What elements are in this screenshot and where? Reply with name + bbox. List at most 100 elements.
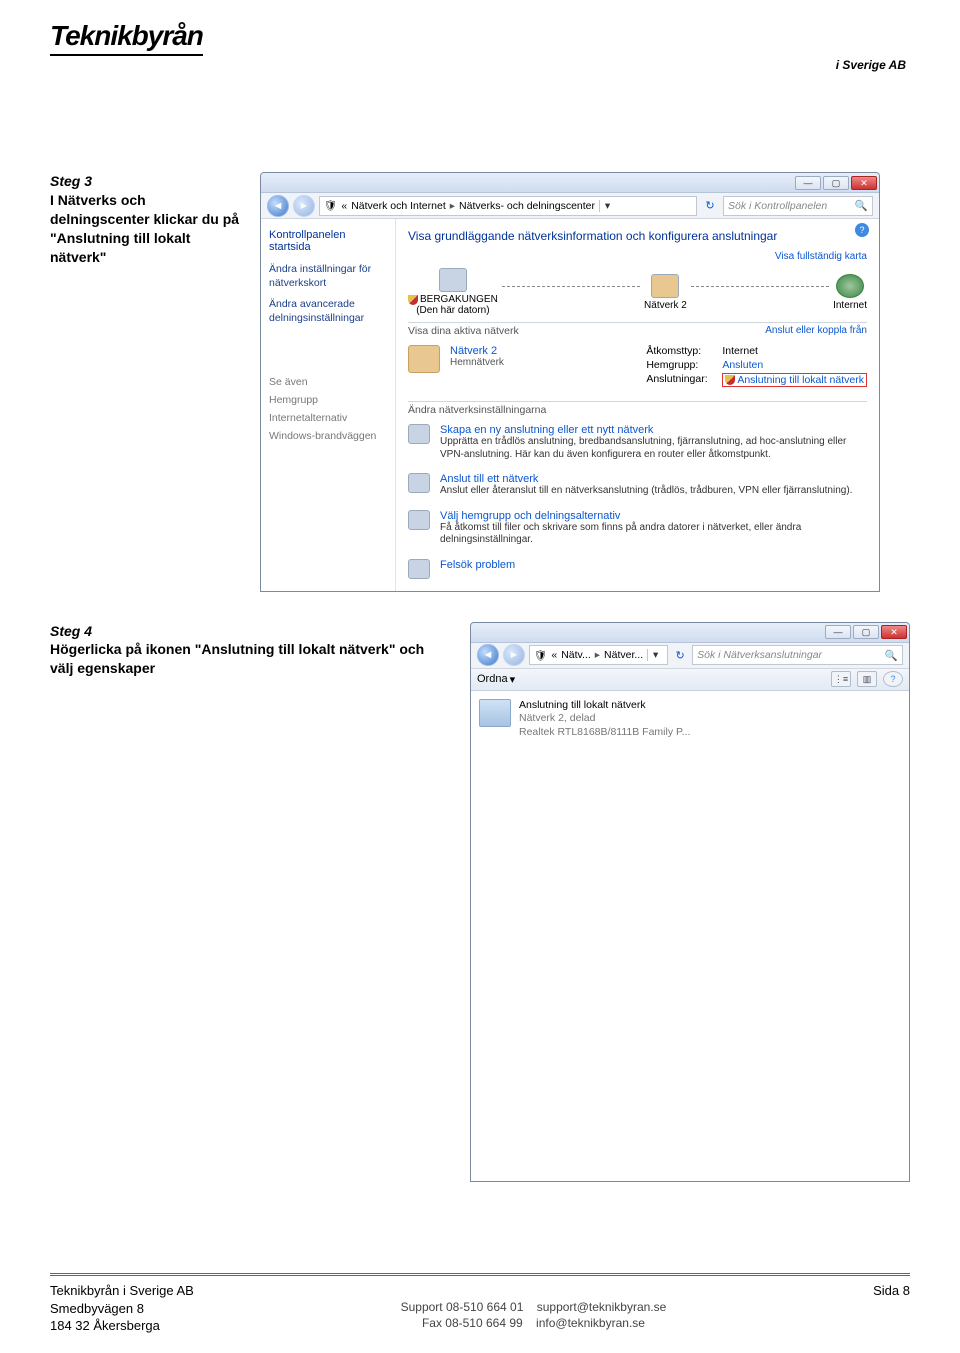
back-button[interactable]: ◄	[477, 644, 499, 666]
detail-key-connections: Anslutningar:	[646, 373, 716, 387]
connections-list: Anslutning till lokalt nätverk Nätverk 2…	[471, 691, 909, 748]
breadcrumb-item[interactable]: Nätverks- och delningscenter	[459, 200, 595, 212]
breadcrumb[interactable]: 🛡 « Nätverk och Internet ▸ Nätverks- och…	[319, 196, 697, 216]
network-adapter-icon	[479, 699, 511, 727]
search-placeholder: Sök i Kontrollpanelen	[728, 200, 827, 212]
troubleshoot-icon	[408, 559, 430, 579]
breadcrumb-dropdown[interactable]: ▾	[647, 649, 663, 661]
action-new-connection[interactable]: Skapa en ny anslutning eller ett nytt nä…	[440, 424, 867, 436]
internet-icon	[836, 274, 864, 298]
footer-address1: Smedbyvägen 8	[50, 1300, 194, 1318]
screenshot-network-connections-window: — ▢ ✕ ◄ ► 🛡 « Nätv... ▸ Nätver... ▾ ↻ Sö…	[470, 622, 910, 1182]
action-troubleshoot[interactable]: Felsök problem	[440, 559, 515, 571]
step3-title: Steg 3	[50, 172, 240, 191]
sidebar-link-sharing-settings[interactable]: Ändra avancerade delningsinställningar	[269, 298, 387, 325]
node-internet: Internet	[833, 300, 867, 311]
action-new-connection-desc: Upprätta en trådlös anslutning, bredband…	[440, 436, 867, 461]
forward-button[interactable]: ►	[293, 195, 315, 217]
minimize-button[interactable]: —	[795, 176, 821, 190]
breadcrumb-item[interactable]: Nätver...	[604, 649, 643, 661]
action-connect-network[interactable]: Anslut till ett nätverk	[440, 473, 852, 485]
logo-main: Teknikbyrån	[50, 20, 203, 56]
company-logo: Teknikbyrån i Sverige AB	[50, 20, 910, 72]
step4-body: Högerlicka på ikonen "Anslutning till lo…	[50, 640, 450, 659]
main-content: ? Visa grundläggande nätverksinformation…	[396, 219, 879, 591]
titlebar: — ▢ ✕	[261, 173, 879, 193]
breadcrumb-item[interactable]: Nätverk och Internet	[351, 200, 446, 212]
footer-info-email: info@teknikbyran.se	[536, 1316, 645, 1330]
step4-text: Steg 4 Högerlicka på ikonen "Anslutning …	[50, 622, 450, 679]
breadcrumb-item[interactable]: Nätv...	[561, 649, 591, 661]
search-input[interactable]: Sök i Nätverksanslutningar 🔍	[692, 645, 903, 665]
see-also-label: Se även	[269, 376, 387, 388]
local-connection-link-highlighted[interactable]: Anslutning till lokalt nätverk	[722, 373, 867, 387]
close-button[interactable]: ✕	[851, 176, 877, 190]
maximize-button[interactable]: ▢	[823, 176, 849, 190]
network-details: Åtkomsttyp:Internet Hemgrupp:Ansluten An…	[646, 345, 867, 389]
help-button[interactable]: ?	[883, 671, 903, 687]
search-input[interactable]: Sök i Kontrollpanelen 🔍	[723, 196, 873, 216]
sidebar-link-internet-options[interactable]: Internetalternativ	[269, 412, 387, 424]
screenshot-network-center-window: — ▢ ✕ ◄ ► 🛡 « Nätverk och Internet ▸ Nät…	[260, 172, 880, 592]
page-footer: Teknikbyrån i Sverige AB Smedbyvägen 8 1…	[50, 1273, 910, 1335]
computer-icon	[439, 268, 467, 292]
close-button[interactable]: ✕	[881, 625, 907, 639]
sidebar-link-adapter-settings[interactable]: Ändra inställningar för nätverkskort	[269, 263, 387, 290]
breadcrumb[interactable]: 🛡 « Nätv... ▸ Nätver... ▾	[529, 645, 668, 665]
homegroup-icon	[408, 510, 430, 530]
forward-button[interactable]: ►	[503, 644, 525, 666]
explorer-toolbar: Ordna▾ ⋮≡ ▥ ?	[471, 669, 909, 691]
step3-text: Steg 3 I Nätverks och delningscenter kli…	[50, 172, 240, 266]
cp-icon: 🛡	[534, 649, 547, 662]
page-number: Sida 8	[873, 1282, 910, 1300]
footer-fax: Fax 08-510 664 99	[422, 1316, 523, 1330]
action-homegroup-desc: Få åtkomst till filer och skrivare som f…	[440, 522, 867, 547]
search-icon: 🔍	[855, 199, 868, 212]
network-name[interactable]: Nätverk 2	[450, 345, 504, 357]
preview-pane-button[interactable]: ▥	[857, 671, 877, 687]
nav-toolbar: ◄ ► 🛡 « Nätv... ▸ Nätver... ▾ ↻ Sök i Nä…	[471, 643, 909, 669]
sidebar-link-homegroup[interactable]: Hemgrupp	[269, 394, 387, 406]
step4-body2: välj egenskaper	[50, 659, 450, 678]
main-headline: Visa grundläggande nätverksinformation o…	[408, 229, 777, 243]
cp-icon: 🛡	[324, 199, 337, 212]
shield-icon	[408, 295, 418, 305]
network-icon	[651, 274, 679, 298]
maximize-button[interactable]: ▢	[853, 625, 879, 639]
action-homegroup[interactable]: Välj hemgrupp och delningsalternativ	[440, 510, 867, 522]
node-this-pc: BERGAKUNGEN	[420, 294, 498, 305]
organize-menu[interactable]: Ordna▾	[477, 673, 515, 686]
refresh-button[interactable]: ↻	[672, 649, 688, 662]
refresh-button[interactable]: ↻	[701, 199, 719, 212]
help-icon[interactable]: ?	[855, 223, 869, 237]
back-button[interactable]: ◄	[267, 195, 289, 217]
node-this-pc-sub: (Den här datorn)	[408, 305, 498, 316]
titlebar: — ▢ ✕	[471, 623, 909, 643]
connection-item[interactable]: Anslutning till lokalt nätverk Nätverk 2…	[479, 699, 901, 740]
detail-val-connections: Anslutning till lokalt nätverk	[737, 374, 864, 386]
detail-key-access: Åtkomsttyp:	[646, 345, 716, 357]
detail-val-homegroup[interactable]: Ansluten	[722, 359, 763, 371]
connection-title: Anslutning till lokalt nätverk	[519, 699, 690, 713]
step3-body: I Nätverks och delningscenter klickar du…	[50, 191, 240, 267]
full-map-link[interactable]: Visa fullständig karta	[775, 251, 867, 262]
minimize-button[interactable]: —	[825, 625, 851, 639]
logo-subtitle: i Sverige AB	[50, 58, 910, 72]
network-type[interactable]: Hemnätverk	[450, 357, 504, 368]
detail-key-homegroup: Hemgrupp:	[646, 359, 716, 371]
sidebar-link-firewall[interactable]: Windows-brandväggen	[269, 430, 387, 442]
breadcrumb-dropdown[interactable]: ▾	[599, 200, 615, 212]
home-network-icon	[408, 345, 440, 373]
search-icon: 🔍	[885, 649, 898, 662]
view-button[interactable]: ⋮≡	[831, 671, 851, 687]
footer-support-email: support@teknikbyran.se	[537, 1300, 667, 1314]
sidebar: Kontrollpanelen startsida Ändra inställn…	[261, 219, 396, 591]
new-connection-icon	[408, 424, 430, 444]
sidebar-home-link[interactable]: Kontrollpanelen startsida	[269, 229, 387, 253]
search-placeholder: Sök i Nätverksanslutningar	[697, 649, 822, 661]
shield-icon	[725, 375, 735, 385]
connect-disconnect-link[interactable]: Anslut eller koppla från	[765, 325, 867, 337]
change-settings-label: Ändra nätverksinställningarna	[408, 404, 546, 416]
connection-status: Nätverk 2, delad	[519, 712, 690, 726]
connect-network-icon	[408, 473, 430, 493]
